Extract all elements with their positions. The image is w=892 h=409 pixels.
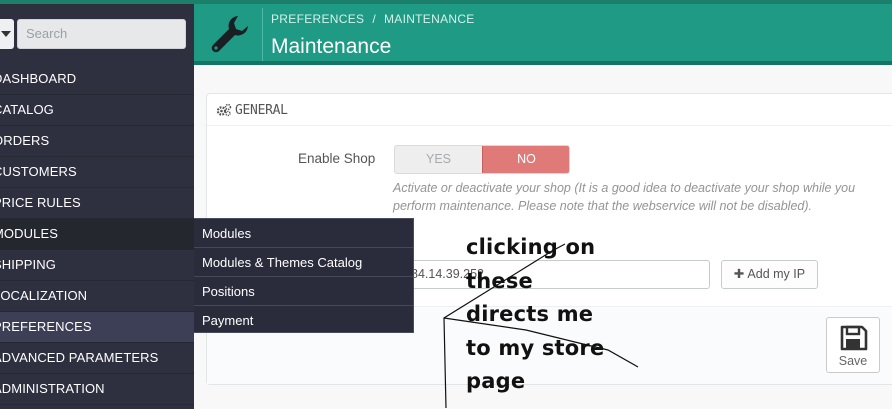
- sidebar-item-label: PRICE RULES: [0, 195, 81, 210]
- sidebar-item-label: PREFERENCES: [0, 319, 92, 334]
- breadcrumb-item-preferences[interactable]: PREFERENCES: [271, 12, 364, 26]
- sidebar-item-orders[interactable]: ORDERS: [0, 126, 194, 157]
- annotation-line: these: [466, 268, 533, 293]
- save-button[interactable]: Save: [826, 317, 880, 373]
- page-header: PREFERENCES / MAINTENANCE Maintenance: [194, 4, 892, 61]
- sidebar-menu: DASHBOARD CATALOG ORDERS CUSTOMERS PRICE…: [0, 64, 194, 405]
- app-window: Search DASHBOARD CATALOG ORDERS CUSTOMER…: [0, 0, 892, 409]
- add-my-ip-button[interactable]: ✚ Add my IP: [721, 260, 818, 289]
- switch-no-option[interactable]: NO: [482, 146, 569, 173]
- flyout-item-modules[interactable]: Modules: [194, 219, 413, 248]
- gears-icon: [216, 103, 232, 117]
- save-label: Save: [838, 354, 868, 368]
- modules-flyout-menu: Modules Modules & Themes Catalog Positio…: [194, 218, 414, 333]
- sidebar-item-label: CUSTOMERS: [0, 164, 77, 179]
- sidebar-item-label: ADMINISTRATION: [0, 381, 105, 396]
- plus-icon: ✚: [733, 267, 745, 281]
- header-divider: [262, 8, 263, 61]
- sidebar-item-administration[interactable]: ADMINISTRATION: [0, 374, 194, 405]
- sidebar-item-shipping[interactable]: SHIPPING: [0, 250, 194, 281]
- annotation-line: to my store: [466, 335, 605, 360]
- enable-shop-label: Enable Shop: [298, 151, 376, 166]
- sidebar-item-label: LOCALIZATION: [0, 288, 88, 303]
- sidebar-item-localization[interactable]: LOCALIZATION: [0, 281, 194, 312]
- annotation-line: directs me: [466, 302, 594, 326]
- search-row: Search: [0, 4, 194, 62]
- panel-title: GENERAL: [235, 103, 288, 118]
- annotation-line: page: [466, 369, 526, 393]
- breadcrumb-separator: /: [372, 12, 376, 26]
- sidebar-item-label: SHIPPING: [0, 257, 56, 272]
- chevron-down-icon: [1, 31, 11, 37]
- enable-shop-help: Activate or deactivate your shop (It is …: [393, 181, 856, 213]
- flyout-item-positions[interactable]: Positions: [194, 277, 413, 306]
- search-input[interactable]: Search: [17, 19, 186, 49]
- annotation-line: clicking on: [466, 235, 596, 259]
- search-type-dropdown[interactable]: [0, 19, 14, 49]
- panel-heading: GENERAL: [207, 94, 892, 126]
- sidebar-item-label: DASHBOARD: [0, 71, 77, 86]
- switch-yes-option[interactable]: YES: [395, 146, 482, 173]
- annotation-note: clicking on these directs me to my store…: [466, 231, 616, 399]
- sidebar-item-dashboard[interactable]: DASHBOARD: [0, 64, 194, 95]
- sidebar-item-label: ADVANCED PARAMETERS: [0, 350, 159, 365]
- sidebar-item-label: CATALOG: [0, 102, 54, 117]
- flyout-item-modules-themes-catalog[interactable]: Modules & Themes Catalog: [194, 248, 413, 277]
- sidebar-item-preferences[interactable]: PREFERENCES: [0, 312, 194, 343]
- sidebar-item-advanced-parameters[interactable]: ADVANCED PARAMETERS: [0, 343, 194, 374]
- page-title: Maintenance: [271, 35, 392, 58]
- floppy-disk-icon: [840, 325, 868, 351]
- sidebar-item-customers[interactable]: CUSTOMERS: [0, 157, 194, 188]
- wrench-icon: [211, 16, 248, 53]
- sidebar: Search DASHBOARD CATALOG ORDERS CUSTOMER…: [0, 4, 194, 409]
- add-my-ip-label: Add my IP: [747, 267, 806, 281]
- breadcrumb-item-maintenance[interactable]: MAINTENANCE: [384, 12, 475, 26]
- flyout-item-payment[interactable]: Payment: [194, 306, 413, 335]
- sidebar-item-label: ORDERS: [0, 133, 50, 148]
- sidebar-item-catalog[interactable]: CATALOG: [0, 95, 194, 126]
- enable-shop-switch[interactable]: YES NO: [394, 145, 570, 174]
- sidebar-item-modules[interactable]: MODULES: [0, 219, 194, 250]
- sidebar-item-price-rules[interactable]: PRICE RULES: [0, 188, 194, 219]
- sidebar-item-label: MODULES: [0, 226, 58, 241]
- breadcrumb: PREFERENCES / MAINTENANCE: [271, 12, 475, 26]
